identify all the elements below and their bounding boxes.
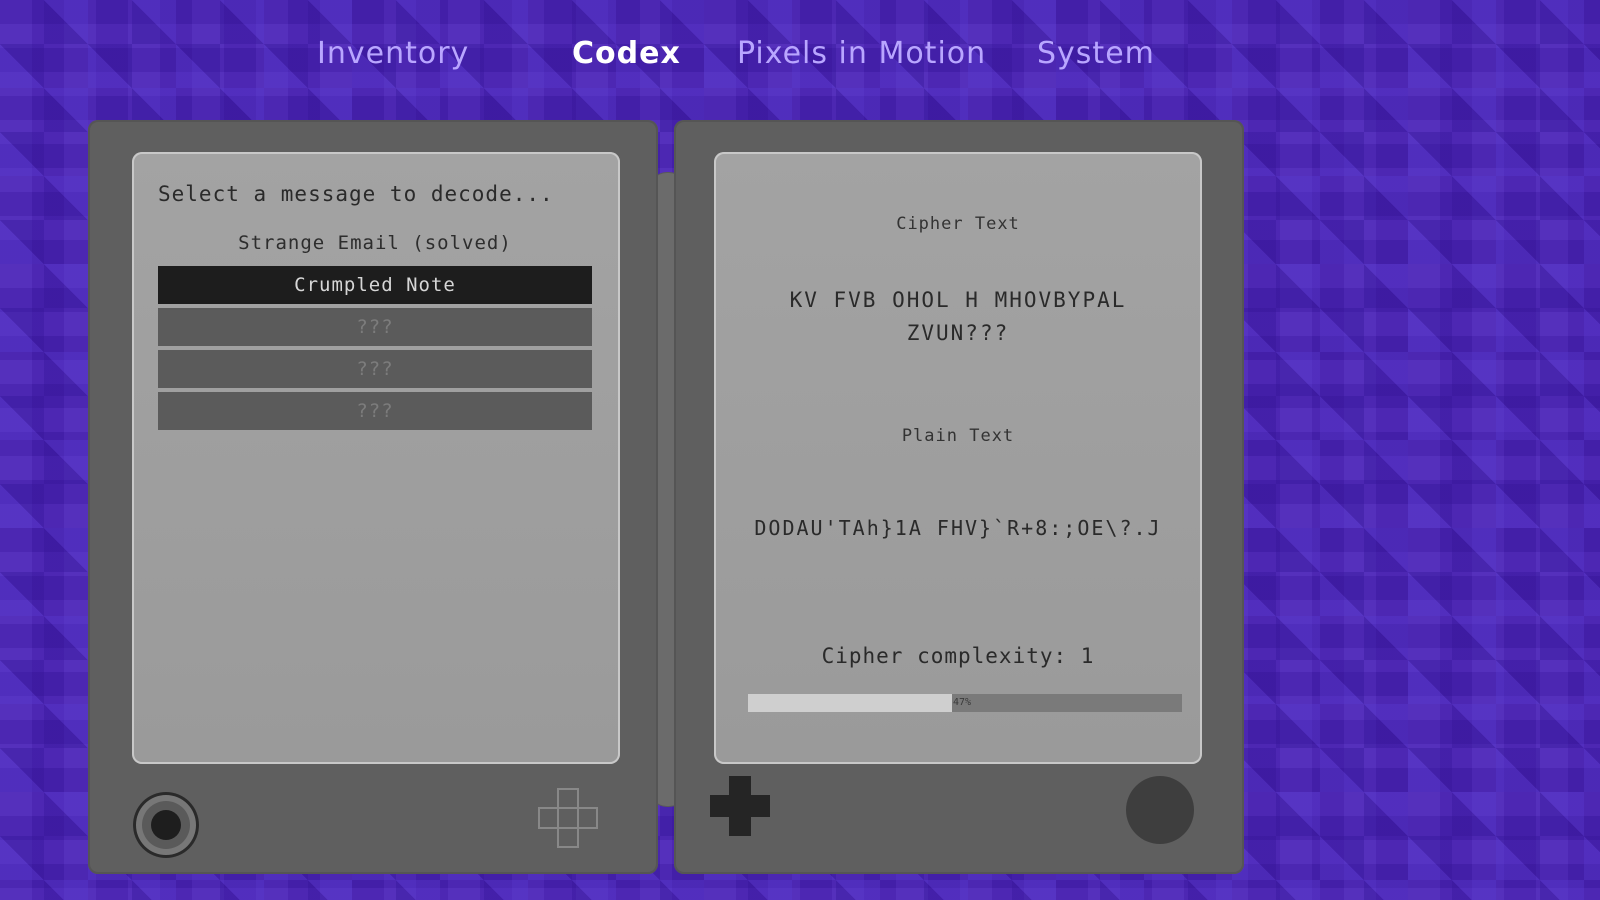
message-item-locked-3[interactable]: ??? [158, 392, 592, 430]
decode-progress-text: 47% [953, 697, 972, 708]
message-item-strange-email[interactable]: Strange Email (solved) [158, 224, 592, 262]
tab-inventory[interactable]: Inventory [317, 36, 469, 71]
device-right-half: Cipher Text KV FVB OHOL H MHOVBYPAL ZVUN… [674, 120, 1244, 874]
select-prompt: Select a message to decode... [158, 182, 554, 206]
tab-system[interactable]: System [1037, 36, 1155, 71]
joystick-center-icon [151, 810, 181, 840]
cipher-complexity: Cipher complexity: 1 [821, 644, 1095, 668]
tab-codex[interactable]: Codex [572, 36, 681, 71]
top-navigation: Inventory Codex Pixels in Motion System [0, 36, 1600, 86]
plain-text-value: DODAU'TAh}1A FHV}`R+8:;OE\?.J [754, 516, 1162, 540]
cipher-text-label: Cipher Text [896, 214, 1020, 234]
dpad-outline-icon[interactable] [538, 788, 598, 848]
dpad-solid-icon[interactable] [710, 776, 770, 836]
tab-pixels-in-motion[interactable]: Pixels in Motion [737, 36, 986, 71]
decode-progress-bar: 47% [748, 694, 1182, 712]
decode-progress-fill [748, 694, 952, 712]
message-item-locked-1[interactable]: ??? [158, 308, 592, 346]
decoder-screen: Cipher Text KV FVB OHOL H MHOVBYPAL ZVUN… [714, 152, 1202, 764]
joystick-icon[interactable] [133, 792, 199, 858]
cipher-text-value: KV FVB OHOL H MHOVBYPAL ZVUN??? [789, 288, 1127, 345]
action-button-icon[interactable] [1126, 776, 1194, 844]
device-left-half: Select a message to decode... Strange Em… [88, 120, 658, 874]
message-list-screen: Select a message to decode... Strange Em… [132, 152, 620, 764]
message-item-locked-2[interactable]: ??? [158, 350, 592, 388]
message-item-crumpled-note[interactable]: Crumpled Note [158, 266, 592, 304]
plain-text-label: Plain Text [901, 426, 1015, 446]
